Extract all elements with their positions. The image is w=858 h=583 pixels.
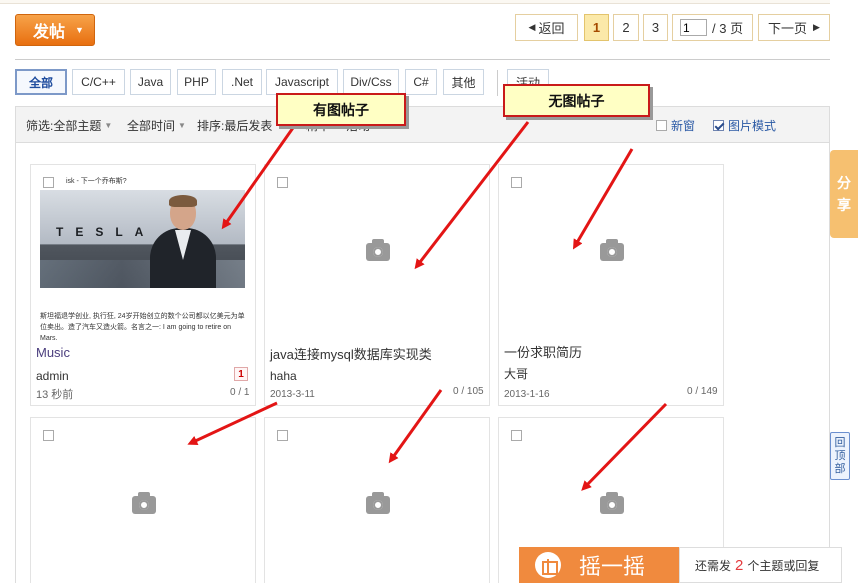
gift-icon: [535, 552, 561, 578]
backtop-label-2: 顶: [834, 449, 846, 462]
post-author[interactable]: admin: [36, 369, 69, 383]
tab-divcss[interactable]: Div/Css: [343, 69, 399, 95]
need-count: 2: [735, 556, 744, 574]
tab-csharp[interactable]: C#: [405, 69, 437, 95]
card-select-checkbox[interactable]: [511, 177, 522, 188]
tab-php[interactable]: PHP: [177, 69, 216, 95]
filter-topic[interactable]: 筛选: 全部主题 ▼: [26, 117, 112, 134]
image-text: 斯坦福退学创业, 执行狂, 24岁开始创立的数个公司都以亿美元为单位卖出。造了汽…: [40, 313, 245, 342]
chevron-down-icon: ▼: [178, 121, 186, 130]
page-total-label: / 3 页: [712, 21, 744, 36]
pager-next-label: 下一页: [768, 21, 808, 36]
post-title[interactable]: Music: [36, 345, 70, 360]
tab-cpp[interactable]: C/C++: [72, 69, 125, 95]
new-window-toggle[interactable]: 新窗: [656, 117, 695, 134]
thumbnail-word: TESLA: [56, 225, 156, 239]
new-post-label: 发帖: [33, 24, 66, 41]
tab-all[interactable]: 全部: [15, 69, 67, 95]
filter-label: 筛选:: [26, 119, 54, 133]
divider: [15, 59, 830, 60]
pager-page-1[interactable]: 1: [584, 14, 609, 41]
post-requirement: 还需发 2 个主题或回复: [679, 547, 842, 583]
tab-javascript[interactable]: Javascript: [266, 69, 338, 95]
callout-with-image: 有图帖子: [276, 93, 406, 126]
new-post-button[interactable]: 发帖 ▼: [15, 14, 95, 46]
post-author[interactable]: 大哥: [504, 365, 528, 382]
page-number-input[interactable]: [680, 19, 707, 36]
chevron-right-icon: ▶: [813, 22, 820, 32]
backtop-label-1: 回: [834, 436, 846, 449]
card-select-checkbox[interactable]: [277, 430, 288, 441]
post-stats: 0 / 149: [687, 386, 718, 397]
filter-time-value: 全部时间: [127, 119, 176, 133]
camera-icon: [366, 492, 390, 514]
post-card[interactable]: 一份求职简历 大哥 2013-1-16 0 / 149: [498, 164, 724, 406]
need-prefix: 还需发: [695, 558, 732, 573]
post-card[interactable]: [264, 417, 490, 583]
pager-jump: / 3 页: [672, 14, 753, 41]
camera-icon: [600, 492, 624, 514]
new-window-label: 新窗: [671, 119, 696, 133]
card-select-checkbox[interactable]: [43, 177, 54, 188]
image-mode-checkbox[interactable]: [713, 120, 724, 131]
post-time: 2013-3-11: [270, 389, 315, 400]
sort-label: 排序:: [197, 119, 225, 133]
image-caption: isk - 下一个乔布斯?: [66, 178, 127, 185]
post-stats: 0 / 1: [230, 387, 250, 398]
tab-divider: [497, 70, 498, 96]
shake-button[interactable]: 摇一摇: [519, 547, 679, 583]
tab-java[interactable]: Java: [130, 69, 171, 95]
forum-page: 发帖 ▼ ◀ 返回 1 2 3 / 3 页 下一页 ▶ 全部 C/C++ Jav…: [0, 0, 858, 583]
card-select-checkbox[interactable]: [511, 430, 522, 441]
share-button[interactable]: 分 享: [830, 150, 858, 238]
post-time: 13 秒前: [36, 389, 74, 401]
post-stats: 0 / 105: [453, 386, 484, 397]
chevron-down-icon: ▼: [104, 121, 113, 130]
card-select-checkbox[interactable]: [277, 177, 288, 188]
camera-icon: [600, 239, 624, 261]
reply-count-badge: 1: [234, 367, 248, 381]
share-label-1: 分: [837, 175, 851, 191]
image-mode-label: 图片模式: [728, 119, 777, 133]
post-title[interactable]: java连接mysql数据库实现类: [270, 344, 432, 363]
need-suffix: 个主题或回复: [747, 558, 820, 573]
tab-other[interactable]: 其他: [443, 69, 484, 95]
card-select-checkbox[interactable]: [43, 430, 54, 441]
post-time: 2013-1-16: [504, 389, 550, 400]
post-author[interactable]: haha: [270, 369, 297, 383]
post-card[interactable]: isk - 下一个乔布斯? TESLA 斯坦福退学创业, 执行狂, 24岁开始创…: [30, 164, 256, 406]
pager-page-2[interactable]: 2: [613, 14, 639, 41]
backtop-label-3: 部: [834, 462, 846, 475]
pager-back-label: 返回: [538, 21, 565, 36]
camera-icon: [132, 492, 156, 514]
pager-page-3[interactable]: 3: [643, 14, 668, 41]
shake-label: 摇一摇: [579, 554, 646, 579]
sort-value: 最后发表: [224, 119, 273, 133]
new-window-checkbox[interactable]: [656, 120, 667, 131]
post-thumbnail[interactable]: TESLA: [40, 190, 245, 288]
chevron-left-icon: ◀: [528, 22, 536, 32]
filter-sort[interactable]: 排序: 最后发表: [197, 117, 272, 134]
tab-dotnet[interactable]: .Net: [222, 69, 262, 95]
post-title[interactable]: 一份求职简历: [504, 342, 582, 361]
camera-icon: [366, 239, 390, 261]
pager-next-button[interactable]: 下一页 ▶: [758, 14, 830, 41]
filter-topic-value: 全部主题: [53, 119, 102, 133]
pager-back-button[interactable]: ◀ 返回: [515, 14, 578, 41]
top-border: [0, 0, 830, 4]
back-to-top-button[interactable]: 回 顶 部: [830, 432, 850, 480]
filter-time[interactable]: 全部时间 ▼: [127, 117, 186, 134]
post-card[interactable]: [30, 417, 256, 583]
chevron-down-icon: ▼: [75, 25, 84, 35]
share-label-2: 享: [837, 197, 851, 213]
post-card[interactable]: java连接mysql数据库实现类 haha 2013-3-11 0 / 105: [264, 164, 490, 406]
callout-without-image: 无图帖子: [503, 84, 650, 117]
image-mode-toggle[interactable]: 图片模式: [713, 117, 776, 134]
